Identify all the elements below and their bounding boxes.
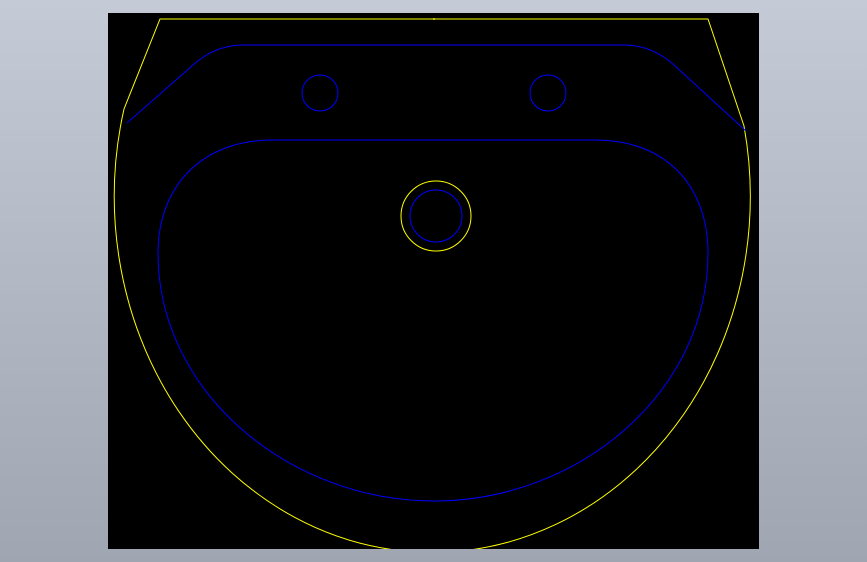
deck-contour (126, 44, 747, 132)
cad-viewport (0, 0, 867, 562)
drawing-canvas[interactable] (108, 13, 759, 549)
basin-outer-outline (113, 18, 751, 549)
washbasin-drawing (113, 18, 751, 549)
tap-hole-right (529, 74, 567, 112)
tap-hole-left (301, 74, 339, 112)
drain-inner-ring (409, 189, 463, 243)
drain-outer-ring (400, 180, 472, 252)
basin-bowl (157, 139, 709, 502)
